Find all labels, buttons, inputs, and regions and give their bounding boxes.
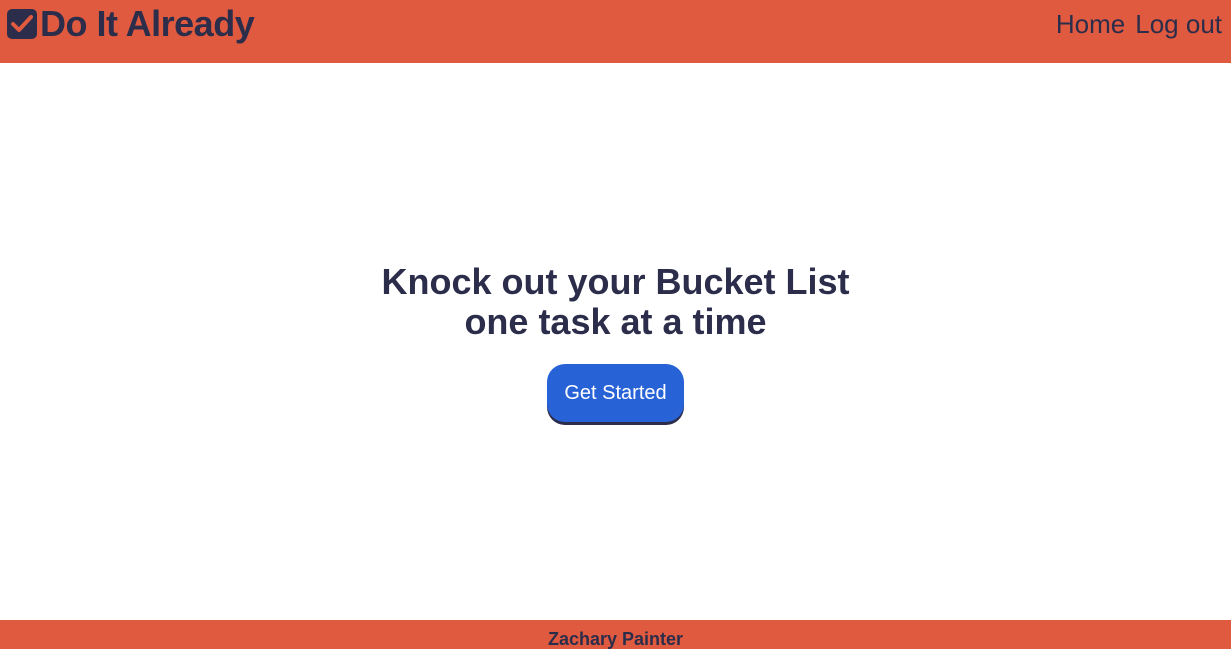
top-navbar: Do It Already Home Log out [0, 0, 1231, 63]
hero-title: Knock out your Bucket List one task at a… [0, 262, 1231, 342]
brand-title: Do It Already [40, 3, 255, 44]
hero-section: Knock out your Bucket List one task at a… [0, 262, 1231, 422]
main-nav: Home Log out [1056, 7, 1222, 41]
footer: Zachary Painter [0, 620, 1231, 649]
brand-link[interactable]: Do It Already [6, 3, 255, 44]
nav-logout-link[interactable]: Log out [1135, 9, 1222, 40]
nav-home-link[interactable]: Home [1056, 9, 1125, 40]
footer-author: Zachary Painter [547, 629, 684, 649]
hero-title-line-1: Knock out your Bucket List [381, 261, 850, 302]
get-started-button[interactable]: Get Started [547, 364, 684, 422]
checkbox-checked-icon [6, 8, 38, 40]
hero-title-line-2: one task at a time [464, 301, 767, 342]
